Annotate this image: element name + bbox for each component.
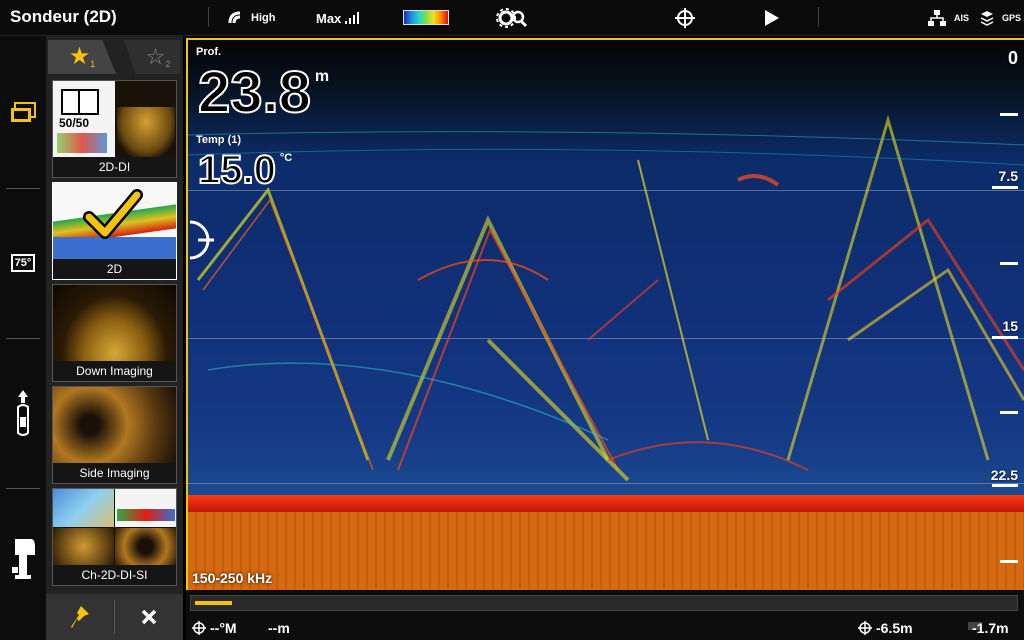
sonar-wave-icon <box>228 11 241 24</box>
tile-label: Ch-2D-DI-SI <box>53 565 176 585</box>
gps-label: GPS <box>1002 13 1022 23</box>
favorites-tab-2[interactable]: ☆ 2 <box>124 40 180 74</box>
seabed-fill <box>188 512 1024 592</box>
crosshair-icon <box>858 621 872 635</box>
panel-actions <box>46 594 183 640</box>
tile-label: Down Imaging <box>53 361 176 381</box>
settings-search-button[interactable] <box>496 7 528 29</box>
status-bar: --°M --m -6.5m -1.7m <box>186 590 1024 640</box>
cursor-button[interactable] <box>674 7 696 29</box>
depth-value: 23.8 <box>197 60 312 125</box>
depth-tick <box>1000 262 1018 265</box>
left-rail: 75° <box>0 36 46 640</box>
temp-unit: °C <box>279 152 293 164</box>
temp-readout: 15.0 °C <box>197 147 293 193</box>
boat-button[interactable] <box>8 388 38 440</box>
tile-label: 2D <box>53 259 176 279</box>
tile-overlay-text: 50/50 <box>59 116 90 130</box>
offset-value-1: -6.5m <box>876 620 913 636</box>
image-stack-icon <box>11 102 36 122</box>
depth-scale-22-5: 22.5 <box>990 467 1018 483</box>
depth-tick <box>1000 560 1018 563</box>
crosshair-icon <box>675 8 695 28</box>
divider <box>6 338 40 339</box>
offset-value-2: -1.7m <box>972 620 1009 636</box>
depth-tick <box>1000 113 1018 116</box>
gps-status[interactable]: GPS <box>1002 7 1021 29</box>
history-scrollbar-fill <box>195 601 232 605</box>
tab-2-number: 2 <box>165 59 171 69</box>
top-bar: Sondeur (2D) High Max AIS GPS <box>0 0 1024 36</box>
divider <box>6 488 40 489</box>
play-button[interactable] <box>764 7 780 29</box>
depth-readout: 23.8 m <box>197 60 330 125</box>
range-marker-icon <box>189 220 214 260</box>
close-button[interactable] <box>115 594 183 640</box>
divider <box>208 7 209 27</box>
tile-thumbnail <box>53 285 176 361</box>
pin-icon <box>71 606 89 628</box>
crosshair-icon <box>192 621 206 635</box>
gear-search-icon <box>496 8 528 28</box>
divider <box>818 7 819 27</box>
motor-button[interactable] <box>8 536 38 586</box>
signal-icon <box>345 12 360 24</box>
depth-scale-0: 0 <box>1007 48 1018 68</box>
history-scrollbar[interactable] <box>190 595 1018 611</box>
color-palette-button[interactable] <box>403 10 449 25</box>
temp-label: Temp (1) <box>196 134 242 146</box>
tile-label: Side Imaging <box>53 463 176 483</box>
tile-thumbnail: 50/50 <box>53 81 176 157</box>
ais-status[interactable]: AIS <box>954 7 969 29</box>
tile-label: 2D-DI <box>53 157 176 177</box>
depth-tick <box>1000 411 1018 414</box>
boat-icon <box>17 390 29 436</box>
view-tile-2d-di[interactable]: 50/50 2D-DI <box>52 80 177 178</box>
play-icon <box>765 10 779 26</box>
sensitivity-value: High <box>251 12 276 24</box>
temperature-button[interactable]: 75° <box>8 248 38 278</box>
view-tile-side-imaging[interactable]: Side Imaging <box>52 386 177 484</box>
layers-status[interactable] <box>980 7 994 29</box>
checkmark-icon <box>83 189 143 239</box>
frequency-label: 150-250 kHz <box>192 570 273 586</box>
cursor-distance: --m <box>268 620 290 636</box>
outboard-motor-icon <box>12 539 35 579</box>
close-icon <box>141 609 157 625</box>
depth-scale-7-5: 7.5 <box>998 168 1018 184</box>
cursor-depth: --°M <box>210 620 237 636</box>
temp-badge-value: 75° <box>14 257 32 269</box>
sonar-view[interactable]: Prof. 23.8 m Temp (1) 15.0 °C 0 7.5 15 2… <box>186 38 1024 594</box>
sensitivity-control[interactable]: High <box>228 7 275 29</box>
star-outline-icon: ☆ <box>145 44 166 69</box>
ais-label: AIS <box>954 13 970 23</box>
tab-1-number: 1 <box>90 59 96 69</box>
view-tile-2d[interactable]: 2D <box>52 182 177 280</box>
temp-value: 15.0 <box>197 147 277 193</box>
temperature-badge: 75° <box>10 254 36 272</box>
depth-unit: m <box>314 68 330 85</box>
network-icon <box>928 10 946 26</box>
view-tile-ch-2d-di-si[interactable]: Ch-2D-DI-SI <box>52 488 177 586</box>
depth-label: Prof. <box>196 46 222 58</box>
star-filled-icon: ★ <box>68 43 91 70</box>
tile-thumbnail <box>53 387 176 463</box>
range-value: Max <box>316 10 342 26</box>
depth-tick <box>992 186 1018 189</box>
network-status[interactable] <box>928 7 946 29</box>
views-button[interactable] <box>8 98 38 128</box>
pin-button[interactable] <box>46 594 114 640</box>
favorites-panel: ★ 1 ☆ 2 50/50 2D-DI 2D Down Imaging Side… <box>46 36 183 640</box>
layers-icon <box>980 11 994 26</box>
page-title: Sondeur (2D) <box>10 7 117 26</box>
tile-thumbnail <box>53 183 176 259</box>
range-control[interactable]: Max <box>316 7 360 29</box>
favorites-tab-1[interactable]: ★ 1 <box>48 40 116 74</box>
depth-tick <box>992 484 1018 487</box>
divider <box>6 188 40 189</box>
depth-tick <box>992 336 1018 339</box>
depth-scale-15: 15 <box>1002 318 1018 334</box>
view-tile-down-imaging[interactable]: Down Imaging <box>52 284 177 382</box>
tile-thumbnail <box>53 489 176 565</box>
